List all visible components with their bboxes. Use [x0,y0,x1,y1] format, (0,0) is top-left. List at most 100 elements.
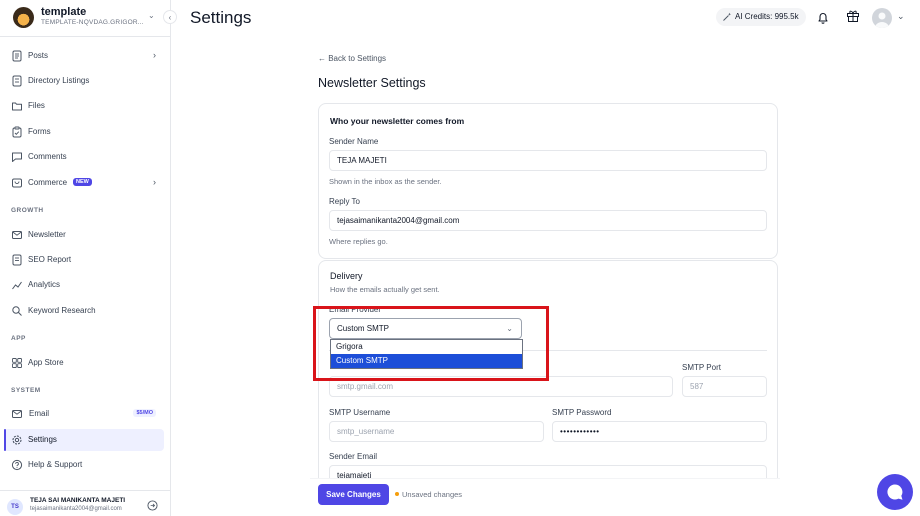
sidebar-item-label: Keyword Research [28,306,96,315]
unsaved-indicator [395,492,399,496]
active-indicator [4,429,6,451]
sidebar-item-label: App Store [28,358,64,367]
sidebar-item-email[interactable]: Email $5/MO [4,403,164,425]
sidebar-item-label: Directory Listings [28,76,90,85]
smtp-username-input[interactable]: smtp_username [329,421,544,442]
chat-button[interactable] [877,474,913,510]
provider-option-custom-smtp[interactable]: Custom SMTP [331,354,522,368]
email-provider-select[interactable]: Custom SMTP ⌄ [329,318,522,339]
comment-icon [12,152,22,162]
sidebar-item-settings[interactable]: Settings [4,429,164,451]
sidebar-item-label: Analytics [28,280,61,289]
section-title-system: SYSTEM [11,387,41,394]
ai-credits-label: AI Credits: 995.5k [735,12,799,21]
page-title: Settings [190,8,252,27]
user-email: tejasaimanikanta2004@gmail.com [30,506,122,512]
sender-name-help: Shown in the inbox as the sender. [329,177,442,186]
list-icon [12,75,22,87]
chevron-right-icon: › [153,177,156,187]
sparkle-wand-icon [723,12,731,21]
delivery-title: Delivery [330,271,363,281]
chevron-down-icon: ⌄ [148,11,155,20]
sidebar-item-keyword-research[interactable]: Keyword Research [4,300,164,322]
sidebar-item-forms[interactable]: Forms [4,121,164,143]
sidebar-item-newsletter[interactable]: Newsletter [4,224,164,246]
email-provider-dropdown[interactable]: Grigora Custom SMTP [330,339,523,369]
sidebar-item-app-store[interactable]: App Store [4,352,164,374]
smtp-username-label: SMTP Username [329,408,391,417]
user-icon [875,12,889,28]
smtp-port-input[interactable]: 587 [682,376,767,397]
sidebar-item-posts[interactable]: Posts › [4,45,164,67]
workspace-subtitle: TEMPLATE-NQVDAG.GRIGOR... [41,19,144,26]
workspace-name: template [41,6,87,18]
sidebar-item-label: SEO Report [28,255,72,264]
user-profile[interactable]: TS TEJA SAI MANIKANTA MAJETI tejasaimani… [0,490,171,516]
sidebar-item-commerce[interactable]: Commerce NEW › [4,172,164,194]
search-icon [12,306,22,316]
back-to-settings-link[interactable]: ← Back to Settings [318,54,386,63]
divider [0,36,171,37]
folder-icon [12,102,22,111]
workspace-switcher[interactable]: template TEMPLATE-NQVDAG.GRIGOR... ⌄ [0,0,171,36]
sidebar-item-label: Commerce [28,178,68,187]
reply-to-label: Reply To [329,197,360,206]
provider-option-grigora[interactable]: Grigora [331,340,522,354]
avatar: TS [7,499,23,515]
new-badge: NEW [73,178,92,186]
sender-name-input[interactable]: TEJA MAJETI [329,150,767,171]
smtp-host-input[interactable]: smtp.gmail.com [329,376,673,397]
section-title-app: APP [11,335,26,342]
save-changes-button[interactable]: Save Changes [318,484,389,505]
chevron-down-icon: ⌄ [506,324,513,333]
sender-card-title: Who your newsletter comes from [330,116,465,126]
sidebar-item-label: Help & Support [28,460,83,469]
logout-icon[interactable] [147,500,158,511]
help-icon [11,459,23,471]
section-title-growth: GROWTH [11,207,44,214]
document-icon [12,50,22,62]
report-icon [12,254,22,266]
smtp-password-input[interactable]: •••••••••••• [552,421,767,442]
mail-icon [12,410,22,418]
sidebar-item-label: Comments [28,152,67,161]
grid-icon [12,358,22,368]
sidebar-item-files[interactable]: Files [4,95,164,117]
sidebar-item-label: Settings [28,435,57,444]
email-provider-label: Email Provider [329,305,382,314]
sidebar-item-label: Email [29,409,50,418]
gear-icon [12,435,22,445]
chart-line-icon [12,281,22,290]
reply-to-input[interactable]: tejasaimanikanta2004@gmail.com [329,210,767,231]
sidebar-item-directory-listings[interactable]: Directory Listings [4,70,164,92]
sender-name-label: Sender Name [329,137,379,146]
chevron-right-icon: › [153,50,156,60]
sidebar: template TEMPLATE-NQVDAG.GRIGOR... ⌄ Pos… [0,0,171,516]
sidebar-item-label: Forms [28,127,51,136]
section-heading: Newsletter Settings [318,76,426,90]
sidebar-item-comments[interactable]: Comments [4,146,164,168]
delivery-subtitle: How the emails actually get sent. [330,285,440,294]
smtp-port-label: SMTP Port [682,363,721,372]
sender-email-label: Sender Email [329,452,378,461]
unsaved-label: Unsaved changes [402,490,463,499]
sidebar-item-seo-report[interactable]: SEO Report [4,249,164,271]
sidebar-item-label: Newsletter [28,230,66,239]
reply-to-help: Where replies go. [329,237,388,246]
workspace-logo [13,7,34,28]
bell-icon[interactable] [816,11,830,25]
price-badge: $5/MO [133,409,156,417]
sidebar-item-analytics[interactable]: Analytics [4,274,164,296]
collapse-sidebar-button[interactable]: ‹ [163,10,177,24]
chat-bubble-icon [887,484,903,500]
mail-icon [12,231,22,239]
user-name: TEJA SAI MANIKANTA MAJETI [30,497,126,504]
sidebar-item-help-support[interactable]: Help & Support [4,454,164,476]
ai-credits-badge[interactable]: AI Credits: 995.5k [716,8,806,26]
chevron-down-icon[interactable]: ⌄ [897,11,905,22]
gift-icon[interactable] [846,9,860,23]
smtp-password-label: SMTP Password [552,408,612,417]
sidebar-item-label: Files [28,101,45,110]
sidebar-item-label: Posts [28,51,49,60]
profile-avatar[interactable] [872,8,892,28]
